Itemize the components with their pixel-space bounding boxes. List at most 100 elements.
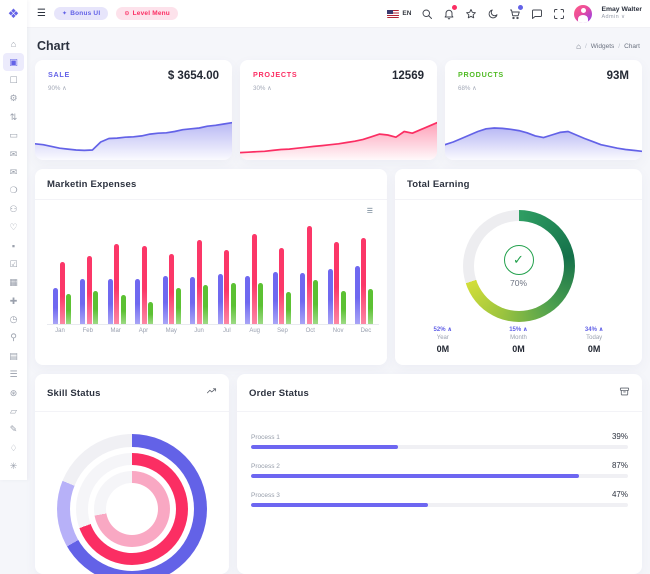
bar-series-a[interactable] (300, 273, 305, 324)
bar-axis-label: Aug (244, 328, 266, 334)
sidebar-item-server[interactable]: ☰ (3, 366, 24, 383)
notification-badge-dot (451, 4, 458, 11)
language-selector[interactable]: EN (387, 10, 411, 18)
sidebar-item-timer[interactable]: ◷ (3, 311, 24, 328)
sidebar-item-inbox[interactable]: ✉ (3, 164, 24, 181)
bar-series-c[interactable] (93, 291, 98, 324)
sidebar-item-files[interactable]: ▤ (3, 348, 24, 365)
user-avatar[interactable] (574, 5, 592, 23)
bar-series-c[interactable] (66, 294, 71, 324)
sidebar-item-box[interactable]: ☐ (3, 72, 24, 89)
sidebar-item-social[interactable]: ✚ (3, 292, 24, 309)
bar-series-b[interactable] (60, 262, 65, 324)
trending-up-icon[interactable] (206, 384, 217, 402)
bar-series-a[interactable] (163, 276, 168, 324)
level-menu-badge[interactable]: ⊙ Level Menu (116, 7, 178, 20)
bonus-ui-badge[interactable]: ✦ Bonus UI (54, 7, 108, 20)
sidebar-item-monitor[interactable]: ▭ (3, 127, 24, 144)
bar-series-a[interactable] (245, 276, 250, 324)
stat-card-value: 93M (607, 70, 629, 82)
breadcrumb-item[interactable]: Chart (624, 43, 640, 50)
bar-series-c[interactable] (148, 302, 153, 324)
bar-series-b[interactable] (224, 250, 229, 324)
bar-series-a[interactable] (273, 272, 278, 324)
process-label: Process 3 (251, 492, 280, 499)
menu-toggle-icon[interactable]: ☰ (37, 9, 46, 19)
sidebar-item-editors[interactable]: ✎ (3, 421, 24, 438)
fullscreen-icon[interactable] (552, 7, 565, 20)
sidebar-item-transfer[interactable]: ⇅ (3, 109, 24, 126)
sidebar-item-home[interactable]: ⌂ (3, 35, 24, 52)
stat-card-products: PRODUCTS93M68% ∧ (445, 60, 642, 160)
bar-series-b[interactable] (87, 256, 92, 324)
process-percent: 47% (612, 490, 628, 499)
user-role: Admin ∨ (601, 14, 642, 21)
bar-series-a[interactable] (190, 277, 195, 324)
bar-series-a[interactable] (80, 279, 85, 324)
sidebar-item-users[interactable]: ⚇ (3, 201, 24, 218)
sidebar-item-blog[interactable]: ▪ (3, 237, 24, 254)
sidebar-item-mail[interactable]: ✉ (3, 145, 24, 162)
sidebar-item-misc[interactable]: ✳ (3, 458, 24, 475)
sidebar-item-settings[interactable]: ⚙ (3, 90, 24, 107)
messages-icon[interactable] (530, 7, 543, 20)
stat-card-label: PROJECTS (253, 70, 297, 79)
bar-series-b[interactable] (252, 234, 257, 324)
star-icon[interactable] (464, 7, 477, 20)
archive-box-icon[interactable] (619, 384, 630, 402)
app-logo-icon[interactable]: ❖ (0, 0, 27, 28)
bar-series-b[interactable] (142, 246, 147, 324)
bar-group (163, 225, 181, 324)
bar-series-b[interactable] (279, 248, 284, 324)
bar-series-c[interactable] (231, 283, 236, 324)
stat-card-percent: 90% ∧ (35, 82, 232, 92)
bar-series-c[interactable] (203, 285, 208, 324)
bar-series-c[interactable] (313, 280, 318, 324)
sidebar-item-tasks[interactable]: ☑ (3, 256, 24, 273)
chart-menu-icon[interactable]: ☰ (367, 207, 373, 215)
bar-series-c[interactable] (176, 288, 181, 324)
notifications-bell-icon[interactable] (442, 7, 455, 20)
bar-series-a[interactable] (135, 279, 140, 324)
sparkline-chart (240, 108, 437, 160)
target-icon: ⊙ (124, 10, 129, 17)
breadcrumb-item[interactable]: Widgets (591, 43, 614, 50)
bar-series-c[interactable] (341, 291, 346, 324)
bar-series-a[interactable] (53, 288, 58, 324)
sidebar-item-widgets[interactable]: ▣ (3, 53, 24, 70)
sidebar-item-calendar[interactable]: ▦ (3, 274, 24, 291)
sidebar-item-pricing[interactable]: ♢ (3, 440, 24, 457)
sidebar-item-search[interactable]: ⚲ (3, 329, 24, 346)
bar-series-b[interactable] (361, 238, 366, 324)
bar-series-a[interactable] (328, 269, 333, 324)
bar-series-a[interactable] (218, 274, 223, 324)
breadcrumb-separator: / (585, 43, 587, 50)
dark-mode-moon-icon[interactable] (486, 7, 499, 20)
bar-group (245, 225, 263, 324)
bar-series-c[interactable] (286, 292, 291, 324)
order-status-row: Process 3 47% (251, 490, 628, 507)
sidebar-item-support[interactable]: ⊛ (3, 384, 24, 401)
bar-series-c[interactable] (368, 289, 373, 324)
stat-card-value: $ 3654.00 (168, 70, 219, 82)
sidebar-item-chat[interactable]: ❍ (3, 182, 24, 199)
page-title: Chart (37, 39, 70, 53)
search-icon[interactable] (420, 7, 433, 20)
bar-series-b[interactable] (334, 242, 339, 324)
bar-series-c[interactable] (121, 295, 126, 324)
bar-series-b[interactable] (197, 240, 202, 324)
earning-stat-label: Year (405, 334, 481, 343)
cart-icon[interactable] (508, 7, 521, 20)
bar-series-a[interactable] (355, 266, 360, 324)
bar-series-a[interactable] (108, 279, 113, 324)
bar-series-b[interactable] (307, 226, 312, 324)
bar-series-c[interactable] (258, 283, 263, 324)
sidebar-item-gallery[interactable]: ▱ (3, 403, 24, 420)
bar-series-b[interactable] (114, 244, 119, 324)
skill-status-card: Skill Status (35, 374, 229, 574)
sidebar-item-favourites[interactable]: ♡ (3, 219, 24, 236)
home-icon[interactable]: ⌂ (576, 42, 581, 51)
bar-series-b[interactable] (169, 254, 174, 324)
user-menu[interactable]: Emay Walter Admin ∨ (601, 6, 642, 21)
order-status-row: Process 139% (251, 432, 628, 449)
